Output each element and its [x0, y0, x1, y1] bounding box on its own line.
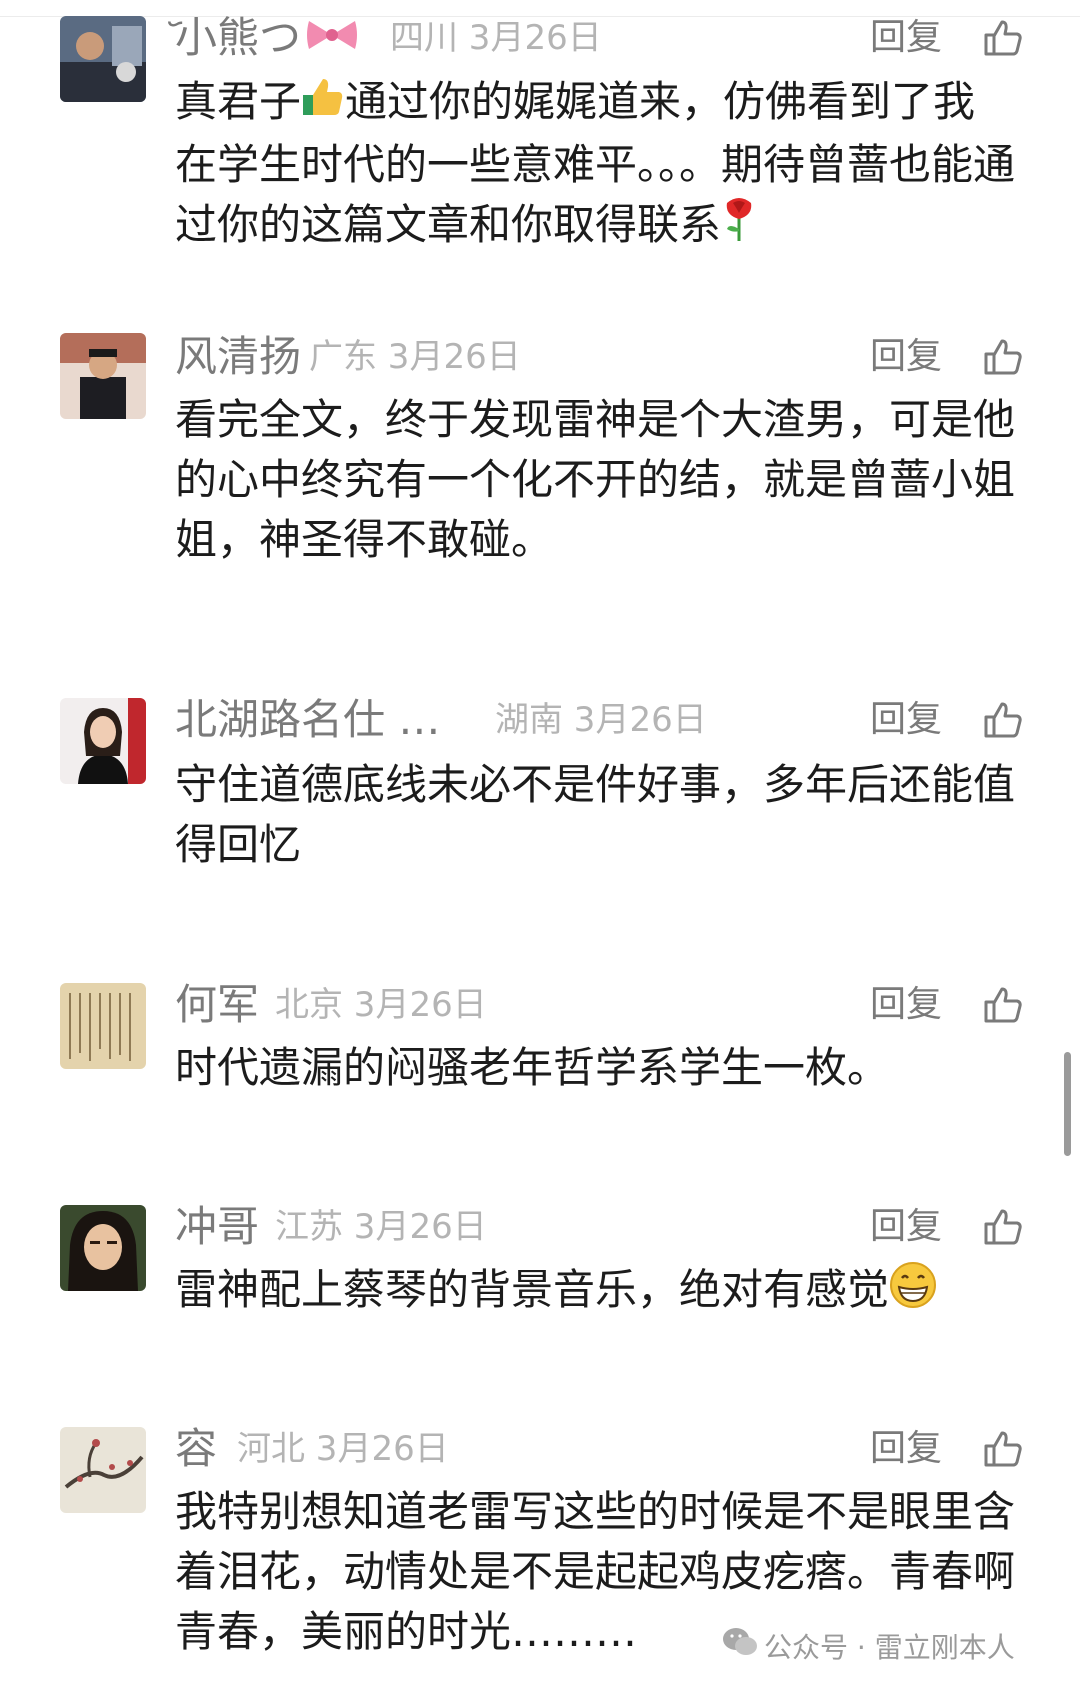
avatar[interactable] — [60, 16, 146, 102]
comment-text: 雷神配上蔡琴的背景音乐，绝对有感觉 — [175, 1260, 1015, 1325]
grin-emoji — [889, 1261, 937, 1325]
commenter-name[interactable]: 何军 — [175, 975, 259, 1035]
comment-meta: 湖南 3月26日 — [495, 700, 707, 740]
like-icon[interactable] — [983, 700, 1023, 740]
comment-meta: 四川 3月26日 — [390, 18, 602, 58]
comment-text: 守住道德底线未必不是件好事，多年后还能值得回忆 — [175, 760, 1016, 869]
commenter-name[interactable]: 冲哥 — [175, 1197, 259, 1257]
reply-button[interactable]: 回复 — [870, 327, 942, 387]
comment-meta: 江苏 3月26日 — [275, 1207, 487, 1247]
comment-meta: 河北 3月26日 — [237, 1429, 449, 1469]
reply-button[interactable]: 回复 — [870, 1419, 942, 1479]
wechat-icon — [722, 1625, 758, 1673]
bow-emoji — [305, 11, 359, 71]
avatar[interactable] — [60, 698, 146, 784]
avatar[interactable] — [60, 333, 146, 419]
reply-button[interactable]: 回复 — [870, 8, 942, 68]
like-icon[interactable] — [983, 337, 1023, 377]
comment-meta: 北京 3月26日 — [275, 985, 487, 1025]
avatar[interactable] — [60, 983, 146, 1069]
comment-text: 时代遗漏的闷骚老年哲学系学生一枚。 — [175, 1043, 890, 1092]
avatar[interactable] — [60, 1205, 146, 1291]
avatar[interactable] — [60, 1427, 146, 1513]
comment-meta: 广东 3月26日 — [309, 337, 521, 377]
like-icon[interactable] — [983, 18, 1023, 58]
commenter-name[interactable]: 风清扬 — [175, 327, 301, 387]
rose-emoji — [721, 195, 757, 259]
reply-button[interactable]: 回复 — [870, 975, 942, 1035]
comment-text: 看完全文，终于发现雷神是个大渣男，可是他的心中终究有一个化不开的结，就是曾蔷小姐… — [175, 395, 1016, 564]
scrollbar[interactable] — [1064, 1052, 1071, 1156]
commenter-name[interactable]: 北湖路名仕 … — [175, 690, 440, 750]
commenter-name[interactable]: ᷃小熊つ — [175, 8, 359, 71]
like-icon[interactable] — [983, 1207, 1023, 1247]
reply-button[interactable]: 回复 — [870, 1197, 942, 1257]
reply-button[interactable]: 回复 — [870, 690, 942, 750]
comment-text: 真君子 通过你的娓娓道来，仿佛看到了我在学生时代的一些意难平。。。期待曾蔷也能通… — [175, 72, 1015, 259]
commenter-name[interactable]: 容 — [175, 1419, 217, 1479]
thumbs-up-emoji — [301, 75, 345, 135]
like-icon[interactable] — [983, 985, 1023, 1025]
like-icon[interactable] — [983, 1429, 1023, 1469]
watermark: 公众号 · 雷立刚本人 — [722, 1624, 1015, 1672]
